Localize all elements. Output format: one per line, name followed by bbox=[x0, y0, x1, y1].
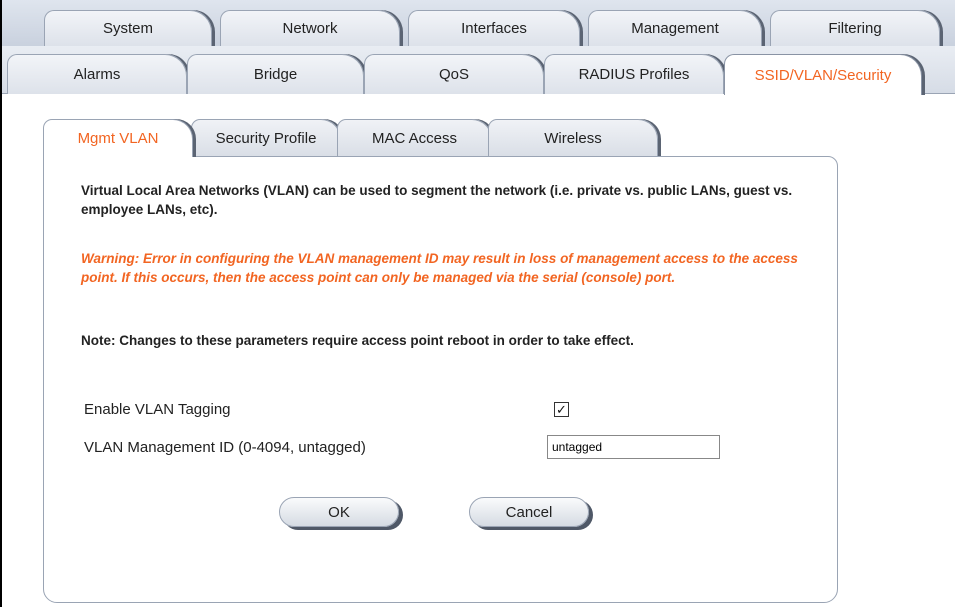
top-tab-row-2: Alarms Bridge QoS RADIUS Profiles SSID/V… bbox=[2, 46, 955, 95]
tab-network[interactable]: Network bbox=[220, 10, 400, 46]
note-text: Note: Changes to these parameters requir… bbox=[81, 333, 634, 348]
intro-text: Virtual Local Area Networks (VLAN) can b… bbox=[81, 183, 793, 217]
tab-management[interactable]: Management bbox=[588, 10, 762, 46]
enable-vlan-tagging-checkbox[interactable]: ✓ bbox=[554, 402, 569, 417]
tab-interfaces[interactable]: Interfaces bbox=[408, 10, 580, 46]
cancel-button[interactable]: Cancel bbox=[469, 497, 589, 527]
tab-qos[interactable]: QoS bbox=[364, 54, 544, 94]
top-navigation: System Network Interfaces Management Fil… bbox=[2, 0, 955, 95]
mgmt-vlan-panel: Virtual Local Area Networks (VLAN) can b… bbox=[43, 156, 838, 603]
tab-bridge[interactable]: Bridge bbox=[187, 54, 364, 94]
checkmark-icon: ✓ bbox=[556, 402, 567, 417]
subtab-mac-access[interactable]: MAC Access bbox=[337, 119, 492, 157]
tab-system[interactable]: System bbox=[44, 10, 212, 46]
tab-ssid-vlan-security[interactable]: SSID/VLAN/Security bbox=[724, 54, 922, 95]
sub-tab-bar: Mgmt VLAN Security Profile MAC Access Wi… bbox=[43, 119, 663, 157]
subtab-security-profile[interactable]: Security Profile bbox=[191, 119, 341, 157]
tab-radius-profiles[interactable]: RADIUS Profiles bbox=[544, 54, 724, 94]
tab-alarms[interactable]: Alarms bbox=[7, 54, 187, 94]
vlan-mgmt-id-label: VLAN Management ID (0-4094, untagged) bbox=[84, 439, 366, 456]
subtab-mgmt-vlan[interactable]: Mgmt VLAN bbox=[43, 119, 193, 157]
tab-filtering[interactable]: Filtering bbox=[770, 10, 940, 46]
vlan-mgmt-id-input[interactable] bbox=[547, 435, 720, 459]
top-tab-row-1: System Network Interfaces Management Fil… bbox=[2, 0, 955, 46]
ok-button[interactable]: OK bbox=[279, 497, 399, 527]
warning-text: Warning: Error in configuring the VLAN m… bbox=[81, 251, 798, 285]
subtab-wireless[interactable]: Wireless bbox=[488, 119, 658, 157]
enable-vlan-tagging-label: Enable VLAN Tagging bbox=[84, 401, 231, 418]
